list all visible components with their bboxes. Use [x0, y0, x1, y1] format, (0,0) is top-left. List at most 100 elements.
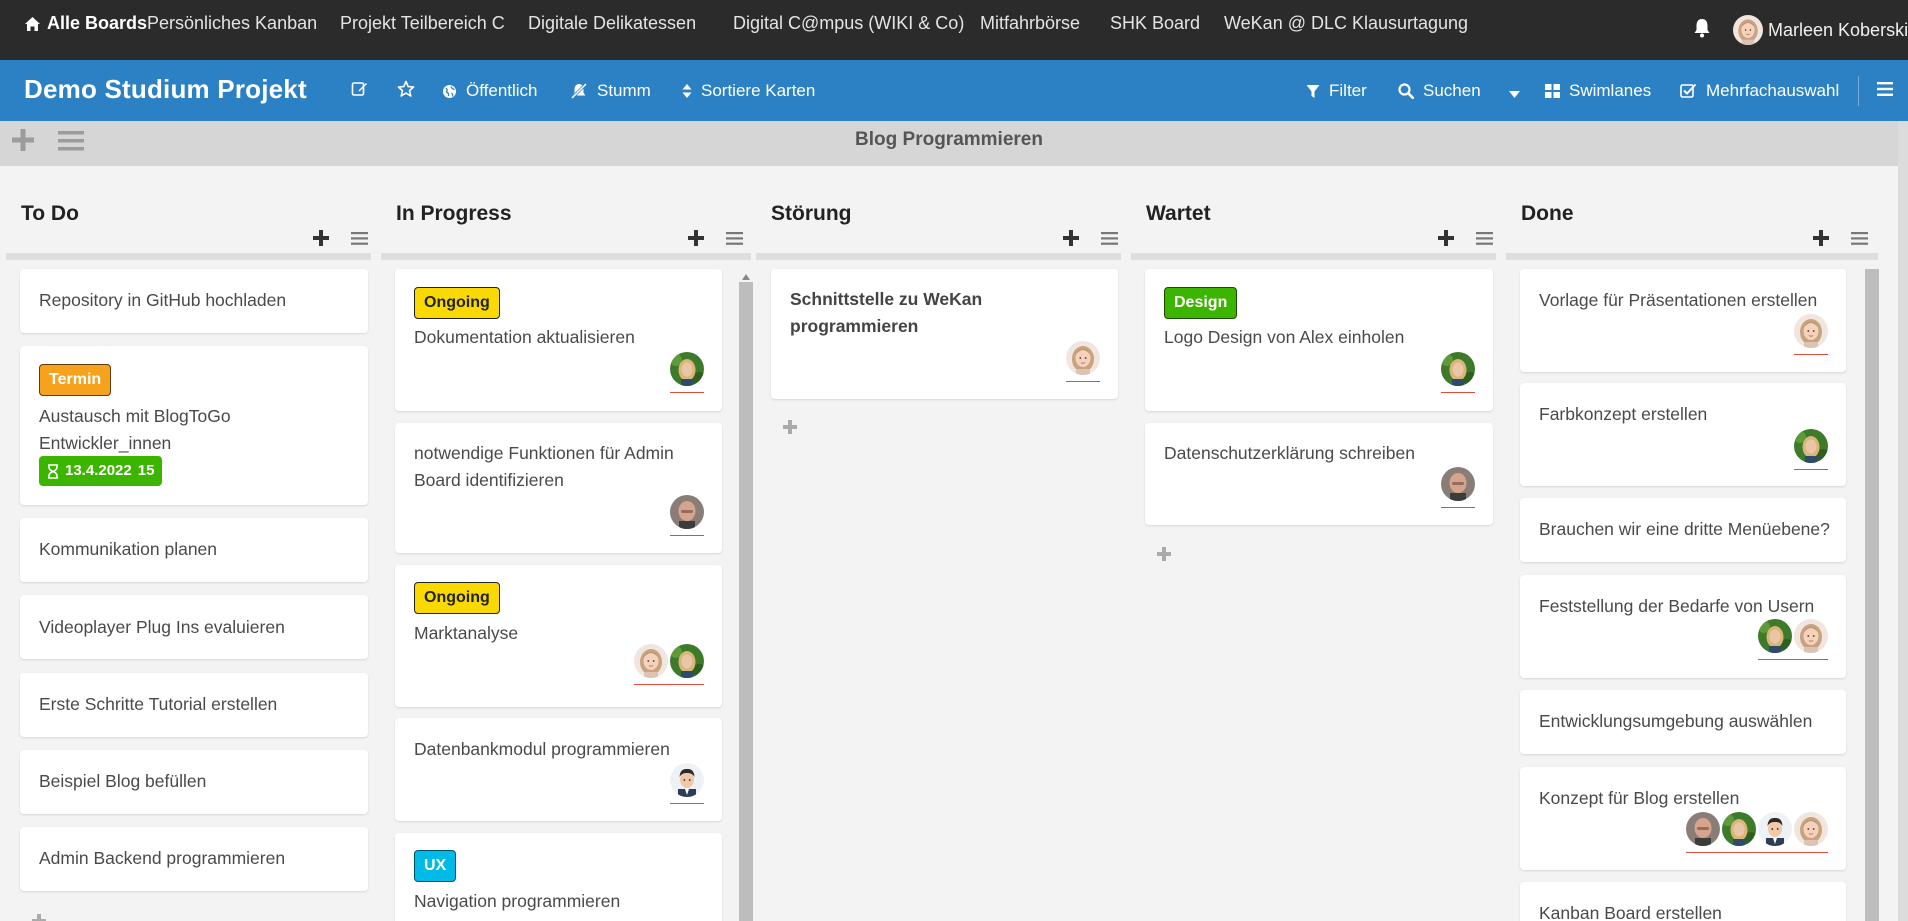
card[interactable]: notwendige Funktionen für Admin Board id… — [395, 423, 722, 553]
swimlane-header: Blog Programmieren — [0, 121, 1898, 166]
card[interactable]: Vorlage für Präsentationen erstellen — [1520, 269, 1846, 372]
card[interactable]: Schnittstelle zu WeKan programmieren — [771, 269, 1118, 399]
view-swimlanes-button[interactable]: Swimlanes — [1545, 81, 1651, 101]
card[interactable]: Erste Schritte Tutorial erstellen — [20, 673, 368, 737]
card-title: Konzept für Blog erstellen — [1539, 788, 1740, 808]
card[interactable]: Kanban Board erstellen — [1520, 882, 1846, 921]
edit-board-icon[interactable] — [351, 80, 368, 102]
member-avatar[interactable] — [670, 352, 704, 386]
list-title[interactable]: Done — [1521, 202, 1574, 226]
card[interactable]: Ongoing Dokumentation aktualisieren — [395, 269, 722, 411]
card[interactable]: UX Navigation programmieren — [395, 833, 722, 921]
card-title: Erste Schritte Tutorial erstellen — [39, 694, 278, 714]
add-card-icon[interactable] — [688, 230, 704, 251]
hamburger-menu-icon[interactable] — [1877, 82, 1893, 101]
card[interactable]: Admin Backend programmieren — [20, 827, 368, 891]
list-menu-icon[interactable] — [351, 232, 368, 250]
member-avatar[interactable] — [670, 644, 704, 678]
all-boards-link[interactable]: Alle Boards — [24, 13, 147, 34]
notifications-bell-icon[interactable] — [1693, 18, 1711, 43]
add-card-icon[interactable] — [1438, 230, 1454, 251]
card-title: Farbkonzept erstellen — [1539, 404, 1708, 424]
visibility-button[interactable]: Öffentlich — [442, 81, 538, 101]
member-avatar[interactable] — [1441, 467, 1475, 501]
list-menu-icon[interactable] — [1476, 232, 1493, 250]
mute-button[interactable]: Stumm — [570, 81, 651, 101]
board-link-mitfahrboerse[interactable]: Mitfahrbörse — [980, 13, 1080, 34]
add-card-bottom-icon[interactable] — [32, 914, 46, 921]
member-avatar[interactable] — [1066, 341, 1100, 375]
sort-cards-button[interactable]: Sortiere Karten — [682, 81, 815, 101]
list-title[interactable]: Wartet — [1146, 202, 1211, 226]
filter-button[interactable]: Filter — [1306, 81, 1367, 101]
board-title[interactable]: Demo Studium Projekt — [24, 74, 307, 105]
member-avatar[interactable] — [1794, 619, 1828, 653]
card[interactable]: Beispiel Blog befüllen — [20, 750, 368, 814]
multiselect-button[interactable]: Mehrfachauswahl — [1680, 81, 1839, 101]
card[interactable]: Brauchen wir eine dritte Menüebene? — [1520, 498, 1846, 562]
star-board-icon[interactable] — [397, 80, 415, 103]
add-card-icon[interactable] — [1813, 230, 1829, 251]
list-divider — [1506, 253, 1878, 260]
board-link-projekt-teilbereich-c[interactable]: Projekt Teilbereich C — [340, 13, 505, 34]
list-title[interactable]: In Progress — [396, 202, 512, 226]
board-link-wekan-dlc[interactable]: WeKan @ DLC Klausurtagung — [1224, 13, 1468, 34]
card[interactable]: Termin Austausch mit BlogToGo Entwickler… — [20, 346, 368, 505]
board-link-digital-campus[interactable]: Digital C@mpus (WIKI & Co) — [733, 13, 964, 34]
list-menu-icon[interactable] — [1101, 232, 1118, 250]
card[interactable]: Datenschutzerklärung schreiben — [1145, 423, 1493, 525]
member-avatar[interactable] — [670, 495, 704, 529]
card[interactable]: Entwicklungsumgebung auswählen — [1520, 690, 1846, 754]
card[interactable]: Konzept für Blog erstellen — [1520, 767, 1846, 870]
board-scrollbar[interactable] — [1898, 121, 1908, 921]
card-label: UX — [414, 850, 457, 882]
multiselect-label: Mehrfachauswahl — [1706, 81, 1840, 100]
caret-down-icon[interactable] — [1509, 85, 1520, 103]
search-label: Suchen — [1423, 81, 1481, 100]
member-avatar[interactable] — [1794, 812, 1828, 846]
card-label: Termin — [39, 364, 112, 396]
add-card-icon[interactable] — [313, 230, 329, 251]
member-avatar[interactable] — [634, 644, 668, 678]
add-card-bottom-icon[interactable] — [783, 420, 797, 439]
board-link-shk-board[interactable]: SHK Board — [1110, 13, 1200, 34]
member-avatar[interactable] — [1794, 429, 1828, 463]
list-wartet: Wartet Design Logo Design von Alex einho… — [1125, 166, 1500, 921]
mute-label: Stumm — [597, 81, 651, 100]
member-avatar[interactable] — [1758, 812, 1792, 846]
card-title: Beispiel Blog befüllen — [39, 771, 207, 791]
list-title[interactable]: To Do — [21, 202, 79, 226]
card-title: Austausch mit BlogToGo Entwickler_innen — [39, 406, 231, 453]
board-header: Demo Studium Projekt Öffentlich Stumm So… — [0, 60, 1908, 121]
card[interactable]: Videoplayer Plug Ins evaluieren — [20, 595, 368, 659]
user-name[interactable]: Marleen Koberski — [1768, 20, 1908, 41]
user-avatar[interactable] — [1733, 15, 1763, 45]
member-avatar[interactable] — [670, 763, 704, 797]
card[interactable]: Farbkonzept erstellen — [1520, 383, 1846, 486]
list-menu-icon[interactable] — [726, 232, 743, 250]
member-avatar[interactable] — [1686, 812, 1720, 846]
list-menu-icon[interactable] — [1851, 232, 1868, 250]
view-swimlanes-label: Swimlanes — [1569, 81, 1652, 100]
member-avatar[interactable] — [1722, 812, 1756, 846]
card[interactable]: Ongoing Marktanalyse — [395, 565, 722, 707]
board-link-digitale-delikatessen[interactable]: Digitale Delikatessen — [528, 13, 696, 34]
card[interactable]: Design Logo Design von Alex einholen — [1145, 269, 1493, 411]
search-button[interactable]: Suchen — [1398, 81, 1481, 101]
list-title[interactable]: Störung — [771, 202, 851, 226]
member-avatar[interactable] — [1758, 619, 1792, 653]
card[interactable]: Kommunikation planen — [20, 518, 368, 582]
visibility-label: Öffentlich — [466, 81, 538, 100]
board-link-personal-kanban[interactable]: Persönliches Kanban — [147, 13, 317, 34]
add-card-bottom-icon[interactable] — [1157, 547, 1171, 566]
card[interactable]: Repository in GitHub hochladen — [20, 269, 368, 333]
member-avatar[interactable] — [1794, 314, 1828, 348]
add-card-icon[interactable] — [1063, 230, 1079, 251]
member-avatar[interactable] — [1441, 352, 1475, 386]
list-scrollbar[interactable] — [1865, 269, 1879, 921]
due-date-badge[interactable]: 13.4.2022 15 — [39, 456, 163, 486]
card-members — [670, 495, 704, 536]
card[interactable]: Feststellung der Bedarfe von Usern — [1520, 575, 1846, 678]
swimlane-title[interactable]: Blog Programmieren — [0, 129, 1898, 151]
card[interactable]: Datenbankmodul programmieren — [395, 718, 722, 821]
